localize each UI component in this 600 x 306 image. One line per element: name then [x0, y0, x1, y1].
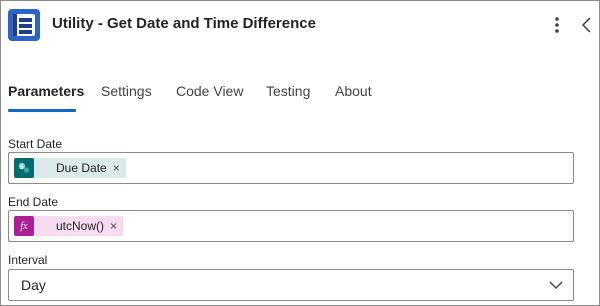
remove-token-icon[interactable]: ×	[113, 161, 120, 175]
more-vertical-icon[interactable]	[549, 15, 565, 35]
end-date-token[interactable]: fx utcNow() ×	[14, 216, 124, 236]
interval-label: Interval	[8, 253, 48, 267]
action-title: Utility - Get Date and Time Difference	[52, 15, 316, 32]
action-panel: Utility - Get Date and Time Difference P…	[0, 0, 600, 306]
end-date-label: End Date	[8, 195, 59, 209]
start-date-label: Start Date	[8, 137, 63, 151]
panel-header: Utility - Get Date and Time Difference	[1, 1, 599, 51]
remove-token-icon[interactable]: ×	[110, 219, 117, 233]
sharepoint-icon: S	[14, 158, 34, 178]
interval-selected-value: Day	[21, 277, 46, 293]
tab-code-view[interactable]: Code View	[176, 83, 243, 99]
tab-about[interactable]: About	[335, 83, 372, 99]
chevron-left-icon[interactable]	[579, 15, 595, 35]
chevron-down-icon	[549, 278, 563, 292]
tab-parameters[interactable]: Parameters	[8, 83, 84, 99]
token-label: Due Date	[56, 161, 107, 175]
utility-connector-icon	[8, 9, 40, 41]
interval-dropdown[interactable]: Day	[8, 269, 574, 301]
active-tab-indicator	[8, 109, 76, 112]
start-date-field[interactable]: S Due Date ×	[8, 152, 574, 184]
function-icon: fx	[14, 216, 34, 236]
tab-settings[interactable]: Settings	[101, 83, 152, 99]
tab-bar: Parameters Settings Code View Testing Ab…	[1, 77, 599, 117]
end-date-field[interactable]: fx utcNow() ×	[8, 210, 574, 242]
svg-text:S: S	[20, 165, 24, 171]
start-date-token[interactable]: S Due Date ×	[14, 158, 126, 178]
token-label: utcNow()	[56, 219, 105, 233]
tab-testing[interactable]: Testing	[266, 83, 310, 99]
